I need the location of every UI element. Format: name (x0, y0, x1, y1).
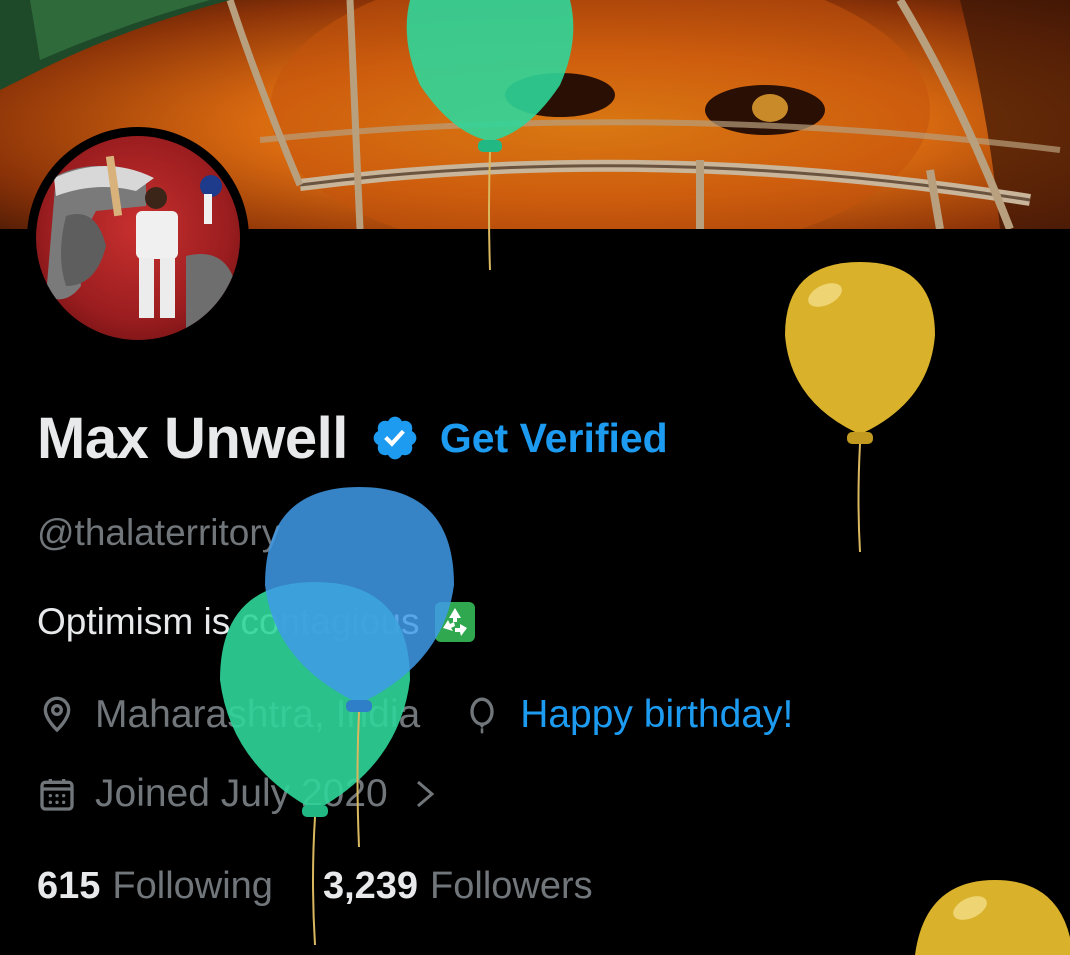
name-row: Max Unwell Get Verified (37, 398, 668, 478)
balloon-blue-middle (265, 487, 454, 848)
avatar[interactable] (27, 127, 249, 349)
display-name: Max Unwell (37, 405, 348, 471)
balloon-yellow-bottom (915, 880, 1070, 955)
get-verified-link[interactable]: Get Verified (440, 415, 668, 462)
following-count: 615 (37, 865, 101, 907)
balloon-icon (470, 697, 494, 734)
user-handle: @thalaterritory (37, 512, 281, 553)
followers-label: Followers (430, 865, 593, 907)
balloon-yellow-right (785, 262, 935, 553)
birthday-text: Happy birthday! (520, 693, 794, 736)
calendar-icon (40, 779, 74, 811)
balloon-green-top (406, 0, 574, 271)
avatar-image (36, 136, 240, 340)
location-pin-icon (43, 696, 71, 733)
verified-badge-icon[interactable] (370, 413, 420, 463)
